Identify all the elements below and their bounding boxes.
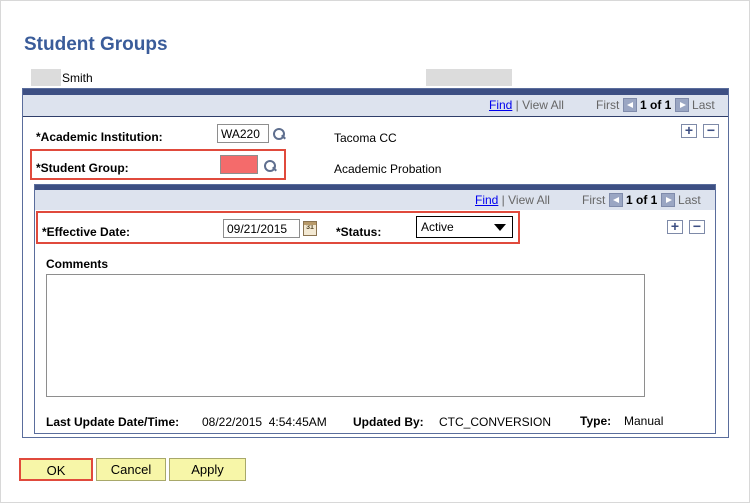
calendar-icon[interactable]: 31 xyxy=(303,221,317,236)
effective-date-label: *Effective Date: xyxy=(42,225,131,239)
type-label: Type: xyxy=(580,414,612,428)
student-group-input[interactable] xyxy=(220,155,258,174)
redacted-first-name xyxy=(31,69,61,86)
inner-add-row-button[interactable]: + xyxy=(667,219,683,234)
cancel-button[interactable]: Cancel xyxy=(96,458,166,481)
redacted-student-id xyxy=(426,69,512,86)
chevron-down-icon xyxy=(494,224,506,231)
student-group-label: *Student Group: xyxy=(36,161,129,175)
type-value: Manual xyxy=(624,414,664,428)
outer-last-label[interactable]: Last xyxy=(692,98,715,112)
status-selected-value: Active xyxy=(421,220,454,234)
ok-button[interactable]: OK xyxy=(19,458,93,481)
student-name: Smith xyxy=(62,71,93,85)
page-title: Student Groups xyxy=(24,34,168,55)
effective-dated-panel: Find | View All First 1 of 1 Last + − *E… xyxy=(34,184,716,434)
comments-label: Comments xyxy=(46,257,109,271)
academic-institution-lookup-icon[interactable] xyxy=(272,127,286,141)
status-label: *Status: xyxy=(336,225,382,239)
inner-delete-row-button[interactable]: − xyxy=(689,219,705,234)
inner-last-label[interactable]: Last xyxy=(678,193,701,207)
inner-nav-links: Find | View All xyxy=(475,193,550,207)
outer-nav-separator: | xyxy=(512,98,523,112)
outer-nav-pager: First 1 of 1 Last xyxy=(596,98,715,112)
inner-next-arrow-icon[interactable] xyxy=(660,193,675,207)
student-group-description: Academic Probation xyxy=(334,162,442,176)
last-update-label: Last Update Date/Time: xyxy=(46,415,180,429)
outer-next-arrow-icon[interactable] xyxy=(674,98,689,112)
status-select[interactable]: Active xyxy=(416,216,513,238)
inner-view-all-link[interactable]: View All xyxy=(508,193,550,207)
inner-find-link[interactable]: Find xyxy=(475,193,498,207)
outer-row-count: 1 of 1 xyxy=(640,98,672,112)
outer-delete-row-button[interactable]: − xyxy=(703,123,719,138)
inner-panel-header: Find | View All First 1 of 1 Last xyxy=(35,185,715,210)
outer-prev-arrow-icon[interactable] xyxy=(622,98,637,112)
updated-by-label: Updated By: xyxy=(353,415,424,429)
outer-add-row-button[interactable]: + xyxy=(681,123,697,138)
student-group-lookup-icon[interactable] xyxy=(263,159,277,173)
inner-row-count: 1 of 1 xyxy=(626,193,658,207)
outer-first-label[interactable]: First xyxy=(596,98,619,112)
academic-institution-description: Tacoma CC xyxy=(334,131,397,145)
academic-institution-label: *Academic Institution: xyxy=(36,130,163,144)
last-update-value: 08/22/2015 4:54:45AM xyxy=(202,415,327,429)
outer-panel-header: Find | View All First 1 of 1 Last xyxy=(23,89,728,117)
outer-nav-links: Find | View All xyxy=(489,98,564,112)
comments-textarea[interactable] xyxy=(46,274,645,397)
student-group-panel: Find | View All First 1 of 1 Last + − *A… xyxy=(22,88,729,438)
inner-prev-arrow-icon[interactable] xyxy=(608,193,623,207)
inner-nav-separator: | xyxy=(498,193,509,207)
outer-find-link[interactable]: Find xyxy=(489,98,512,112)
inner-nav-strip: Find | View All First 1 of 1 Last xyxy=(35,190,715,210)
apply-button[interactable]: Apply xyxy=(169,458,246,481)
outer-view-all-link[interactable]: View All xyxy=(522,98,564,112)
outer-nav-strip: Find | View All First 1 of 1 Last xyxy=(23,95,728,116)
academic-institution-input[interactable]: WA220 xyxy=(217,124,269,143)
inner-first-label[interactable]: First xyxy=(582,193,605,207)
inner-nav-pager: First 1 of 1 Last xyxy=(582,193,701,207)
updated-by-value: CTC_CONVERSION xyxy=(439,415,552,429)
effective-date-input[interactable]: 09/21/2015 xyxy=(223,219,300,238)
